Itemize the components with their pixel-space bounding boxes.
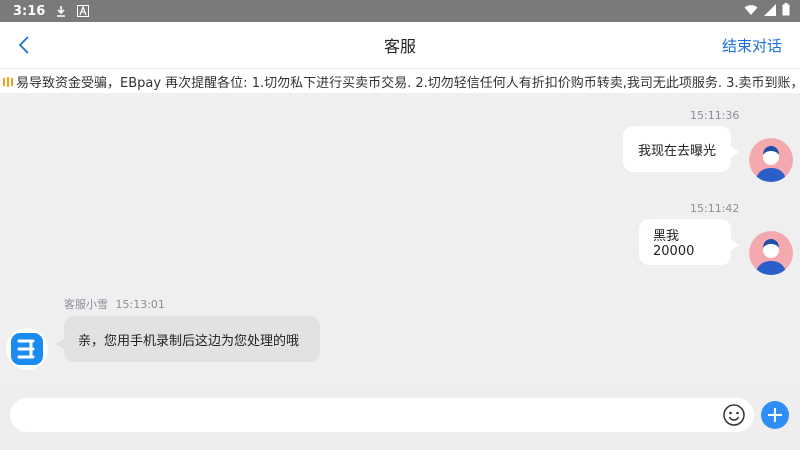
message-bubble: 我现在去曝光	[623, 126, 739, 172]
composer-bar	[0, 390, 800, 450]
message-bubble: 黑我20000	[639, 219, 739, 265]
message-text: 我现在去曝光	[637, 143, 716, 159]
message-input[interactable]	[10, 398, 754, 432]
message-text: 亲，您用手机录制后这边为您处理的哦	[78, 333, 300, 349]
agent-avatar[interactable]	[6, 328, 48, 370]
download-icon	[55, 5, 67, 17]
status-bar: 3:16	[0, 0, 800, 22]
message-text: 黑我20000	[653, 229, 695, 259]
chevron-left-icon[interactable]	[14, 34, 36, 56]
a-icon	[77, 5, 90, 17]
message-bubble: 亲，您用手机录制后这边为您处理的哦	[56, 316, 320, 362]
notice-text: 易导致资金受骗，EBpay 再次提醒各位: 1.切勿私下进行买卖币交易. 2.切…	[16, 75, 800, 91]
agent-meta: 客服小雪 15:13:01	[64, 296, 165, 312]
battery-icon	[782, 3, 790, 20]
chat-header: 客服 结束对话	[0, 22, 800, 68]
avatar[interactable]	[749, 231, 793, 275]
notice-bar: 易导致资金受骗，EBpay 再次提醒各位: 1.切勿私下进行买卖币交易. 2.切…	[0, 68, 800, 93]
plus-icon[interactable]	[761, 401, 789, 429]
message-timestamp: 15:13:01	[115, 298, 165, 311]
signal-icon	[764, 3, 776, 20]
agent-name: 客服小雪	[64, 298, 108, 311]
message-timestamp: 15:11:42	[690, 202, 740, 215]
message-timestamp: 15:11:36	[690, 109, 740, 122]
speaker-icon	[2, 74, 16, 88]
wifi-icon	[744, 4, 758, 20]
end-chat-button[interactable]: 结束对话	[722, 35, 782, 56]
avatar[interactable]	[749, 138, 793, 182]
smiley-icon[interactable]	[722, 403, 746, 427]
page-title: 客服	[383, 37, 416, 56]
status-time: 3:16	[13, 3, 46, 19]
